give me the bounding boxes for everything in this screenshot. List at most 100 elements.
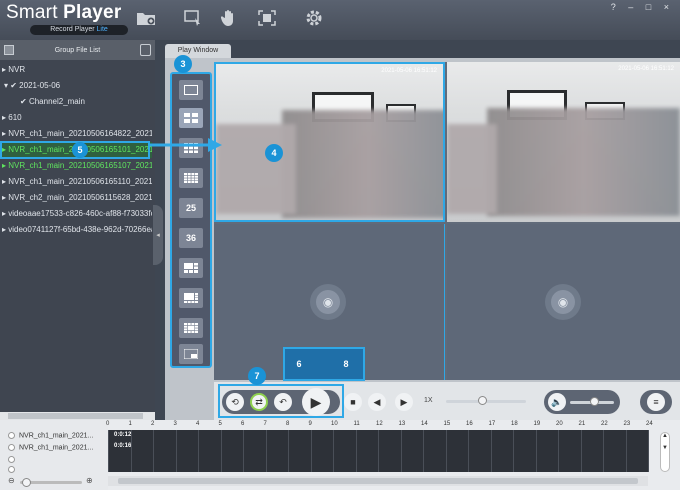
layout-custom-1-button[interactable] xyxy=(179,258,203,278)
timeline-row-2[interactable]: NVR_ch1_main_2021... xyxy=(8,444,93,451)
timeline-hour-label: 20 xyxy=(556,421,563,427)
layout-25-button[interactable]: 25 xyxy=(179,198,203,218)
tree-item-file[interactable]: ▸ videoaae17533-c826-460c-af88-f73033fc xyxy=(2,206,152,222)
timeline-hour-line xyxy=(198,430,199,472)
window-controls[interactable]: ? – □ × xyxy=(611,2,674,12)
callout-badge-6: 6 xyxy=(296,359,302,369)
tree-item-label: Channel2_main xyxy=(28,97,85,106)
zoom-slider-knob[interactable] xyxy=(22,478,31,487)
settings-group: ≡ xyxy=(640,390,672,414)
timeline-hour-label: 19 xyxy=(533,421,541,427)
timeline-hour-label: 1 xyxy=(128,421,132,427)
app-subtitle: Record Player Lite xyxy=(30,25,128,35)
video-cell-1[interactable]: 2021-05-06 16:51:12 xyxy=(214,62,445,222)
timeline-row-label: NVR_ch1_main_2021... xyxy=(19,444,94,452)
timeline-hour-label: 11 xyxy=(353,421,360,427)
layout-custom-3-button[interactable] xyxy=(179,318,203,338)
video-grid: 2021-05-06 16:51:12 2021-05-06 16:51:12 … xyxy=(214,62,680,380)
timeline-hour-label: 16 xyxy=(466,421,473,427)
timeline-row-1[interactable]: NVR_ch1_main_2021... xyxy=(8,432,93,439)
fit-screen-icon[interactable] xyxy=(256,8,278,28)
select-area-icon[interactable] xyxy=(182,8,204,28)
timeline-grid[interactable]: 0:0:12 0:0:16 xyxy=(108,430,649,472)
step-forward-button[interactable]: ▶ xyxy=(395,393,413,411)
main-control-group: ⟲ ⇄ ↶ ▶ xyxy=(222,388,340,416)
timeline-hour-label: 15 xyxy=(443,421,451,427)
timeline-hour-line xyxy=(535,430,537,472)
step-back-button[interactable]: ◀ xyxy=(368,393,386,411)
layout-1-button[interactable] xyxy=(179,80,203,100)
gear-icon[interactable] xyxy=(303,8,325,28)
timeline-hour-line xyxy=(513,430,514,472)
timeline-hour-label: 22 xyxy=(601,421,608,427)
sync-icon[interactable]: ⟲ xyxy=(226,393,244,411)
timeline-hour-label: 12 xyxy=(376,421,383,427)
video-cell-2[interactable]: 2021-05-06 16:51:12 xyxy=(447,62,680,222)
select-all-checkbox[interactable] xyxy=(4,45,14,55)
tree-item-file[interactable]: ▸ video0741127f-65bd-438e-962d-70266ea xyxy=(2,222,152,238)
tree-item-label: NVR_ch1_main_20210506165107_202105 xyxy=(8,161,152,170)
group-file-panel: Group File List ▸ NVR ▾ ✔ 2021-05-06 ✔ C… xyxy=(0,40,155,420)
stop-button[interactable]: ■ xyxy=(344,393,362,411)
zoom-out-icon[interactable]: ⊖ xyxy=(8,476,15,485)
tree-item-label: NVR xyxy=(8,65,26,74)
play-button[interactable]: ▶ xyxy=(302,388,330,416)
scrollbar-thumb[interactable] xyxy=(118,478,638,484)
volume-slider-knob[interactable] xyxy=(590,397,600,406)
blurred-area xyxy=(282,110,443,218)
tree-item-nvr[interactable]: ▸ NVR xyxy=(2,62,152,78)
tree-item-610[interactable]: ▸ 610 xyxy=(2,110,152,126)
layout-custom-4-button[interactable] xyxy=(179,344,203,364)
folder-add-icon[interactable] xyxy=(135,8,157,28)
layout-4-button[interactable] xyxy=(179,108,203,128)
tree-item-label: NVR_ch1_main_20210506164822_202105 xyxy=(8,129,152,138)
timeline-row-4[interactable] xyxy=(8,466,19,473)
timeline-hour-label: 0 xyxy=(106,421,110,427)
timeline-vertical-scroll[interactable]: ▲ ▼ xyxy=(660,432,670,472)
timeline-hour-label: 14 xyxy=(421,421,428,427)
file-tree-scrollbar[interactable] xyxy=(0,412,155,420)
timeline-hour-line xyxy=(243,430,244,472)
camera-icon: ◉ xyxy=(310,284,346,320)
video-cell-4[interactable]: ◉ xyxy=(447,224,680,380)
rewind-icon[interactable]: ↶ xyxy=(274,393,292,411)
timeline-scrollbar[interactable] xyxy=(108,476,648,486)
layout-16-button[interactable] xyxy=(179,168,203,188)
tree-item-label: 610 xyxy=(8,113,22,122)
hand-icon[interactable] xyxy=(218,8,240,28)
playback-controls: ⟲ ⇄ ↶ ▶ ■ ◀ ▶ 1X 🔈 ≡ xyxy=(214,382,680,420)
timeline-hour-label: 10 xyxy=(331,421,338,427)
tree-item-file[interactable]: ▸ NVR_ch1_main_20210506165107_202105 xyxy=(2,158,152,174)
volume-icon[interactable]: 🔈 xyxy=(548,393,566,411)
timeline-row-3[interactable] xyxy=(8,456,19,463)
trash-icon[interactable] xyxy=(140,44,151,56)
camera-icon: ◉ xyxy=(545,284,581,320)
title-bar: Smart Player Record Player Lite ? – □ × xyxy=(0,0,680,40)
collapse-panel-tab[interactable]: ◂ xyxy=(153,205,163,265)
tree-item-file[interactable]: ▸ NVR_ch1_main_20210506165110_202105 xyxy=(2,174,152,190)
timeline-hour-line xyxy=(108,430,109,472)
loop-icon[interactable]: ⇄ xyxy=(250,393,268,411)
tree-item-file[interactable]: ▸ NVR_ch2_main_20210506115628_202105 xyxy=(2,190,152,206)
timeline-hour-label: 21 xyxy=(578,421,586,427)
timeline-hour-line xyxy=(423,430,424,472)
scrollbar-thumb[interactable] xyxy=(8,413,143,419)
timeline-hour-line xyxy=(625,430,627,472)
settings-icon[interactable]: ≡ xyxy=(647,393,665,411)
tree-item-label: video0741127f-65bd-438e-962d-70266ea xyxy=(8,225,152,234)
tree-item-channel[interactable]: ✔ Channel2_main xyxy=(20,94,170,110)
layout-36-button[interactable]: 36 xyxy=(179,228,203,248)
speed-slider-knob[interactable] xyxy=(478,396,487,405)
timeline-hour-line xyxy=(265,430,267,472)
callout-arrow xyxy=(150,138,222,152)
layout-custom-2-button[interactable] xyxy=(179,288,203,308)
zoom-in-icon[interactable]: ⊕ xyxy=(86,476,93,485)
tab-play-window[interactable]: Play Window xyxy=(165,44,231,58)
tree-item-date[interactable]: ▾ ✔ 2021-05-06 xyxy=(4,78,154,94)
timeline-hour-line xyxy=(648,430,649,472)
tree-item-file[interactable]: ▸ NVR_ch1_main_20210506164822_202105 xyxy=(2,126,152,142)
tree-item-label: NVR_ch1_main_20210506165110_202105 xyxy=(8,177,152,186)
tree-item-label: NVR_ch2_main_20210506115628_202105 xyxy=(8,193,152,202)
timeline-hour-label: 24 xyxy=(646,421,653,427)
timeline-zoom[interactable]: ⊖ ⊕ xyxy=(8,476,98,487)
